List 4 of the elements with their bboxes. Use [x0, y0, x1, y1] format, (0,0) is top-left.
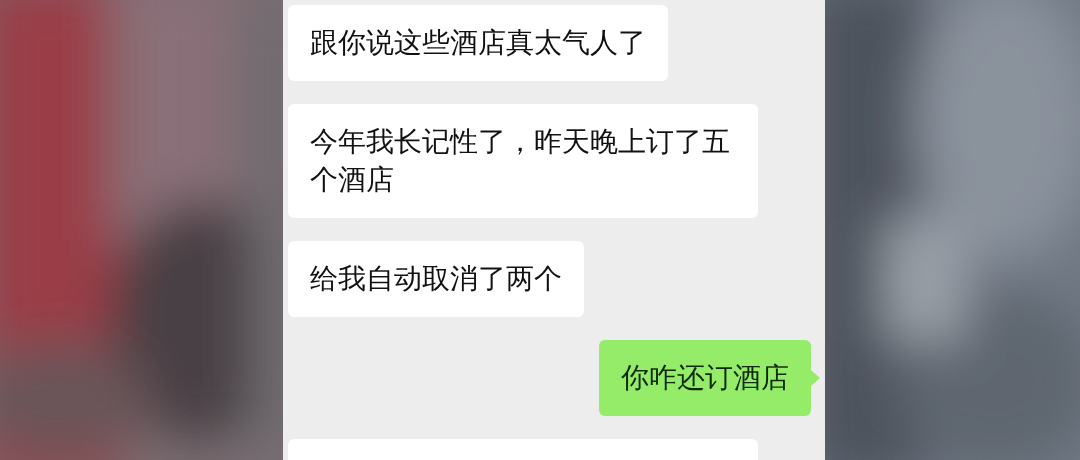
- received-message-bubble: 给我自动取消了两个: [288, 241, 584, 317]
- received-message-bubble: 跟你说这些酒店真太气人了: [288, 5, 668, 81]
- received-message-bubble: 今年我长记性了，昨天晚上订了五个酒店: [288, 104, 758, 218]
- sent-message-bubble: 你咋还订酒店: [599, 340, 811, 416]
